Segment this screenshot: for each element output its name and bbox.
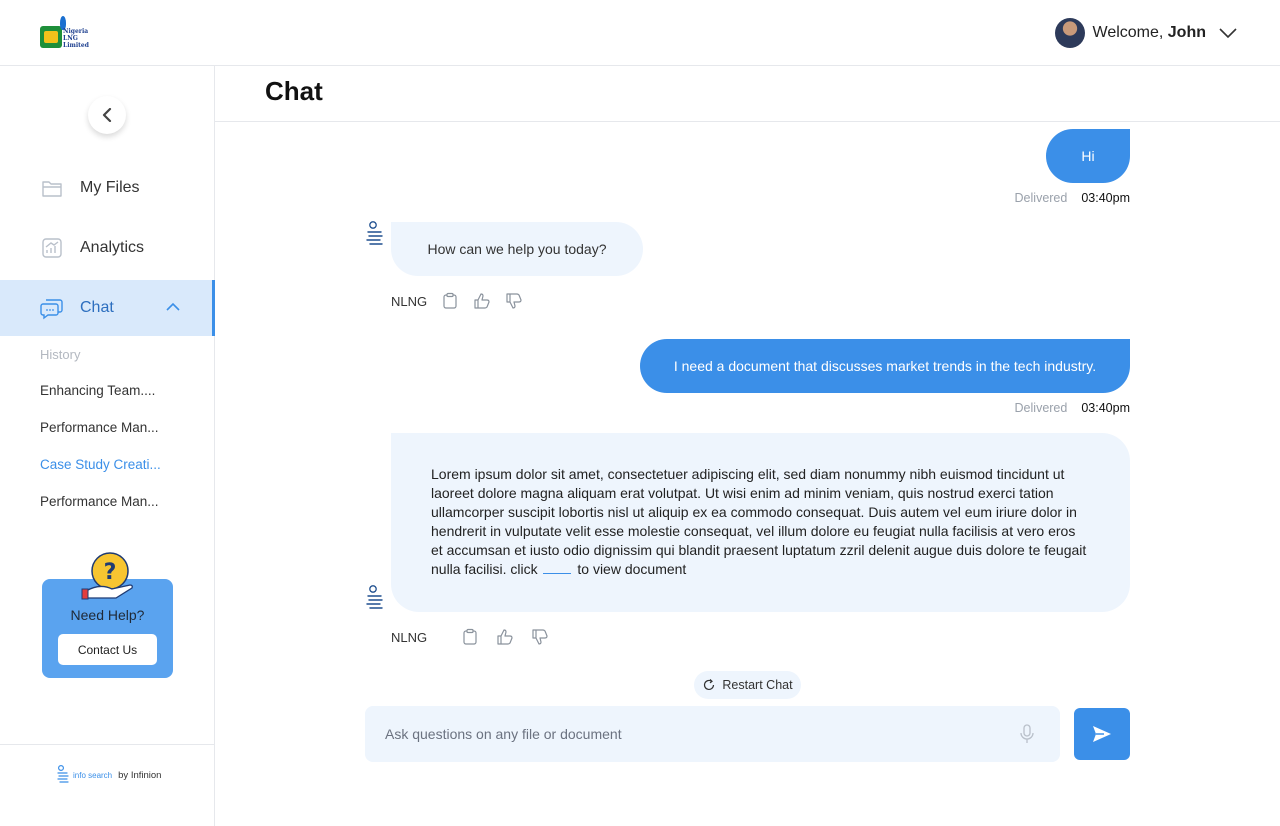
analytics-icon bbox=[42, 238, 62, 258]
bot-message: Lorem ipsum dolor sit amet, consectetuer… bbox=[391, 433, 1130, 612]
message-meta: Delivered 03:40pm bbox=[1015, 401, 1130, 415]
sidebar-item-label: Chat bbox=[80, 299, 114, 316]
sidebar-item-chat[interactable]: Chat bbox=[0, 280, 215, 336]
message-actions: NLNG bbox=[391, 628, 563, 646]
brand: info search by Infinion bbox=[56, 765, 161, 785]
chat-input[interactable] bbox=[385, 706, 1005, 762]
thumbs-down-icon[interactable] bbox=[505, 292, 523, 310]
bot-message-text: Lorem ipsum dolor sit amet, consectetuer… bbox=[431, 466, 1087, 577]
help-title: Need Help? bbox=[70, 607, 145, 623]
avatar bbox=[1054, 18, 1085, 48]
bot-message-link-suffix: to view document bbox=[577, 561, 687, 577]
history-item[interactable]: Performance Man... bbox=[40, 494, 170, 509]
history-item[interactable]: Performance Man... bbox=[40, 420, 170, 435]
message-source: NLNG bbox=[391, 629, 428, 645]
bot-message: How can we help you today? bbox=[391, 222, 643, 276]
history-title: History bbox=[40, 347, 81, 362]
chat-input-container bbox=[365, 706, 1060, 762]
restart-chat-button[interactable]: Restart Chat bbox=[694, 671, 801, 699]
history-item-active[interactable]: Case Study Creati... bbox=[40, 457, 170, 472]
brand-by: by Infinion bbox=[118, 769, 162, 781]
send-icon bbox=[1093, 726, 1111, 742]
question-help-icon: ? bbox=[81, 552, 133, 600]
sidebar: My Files Analytics Chat History Enhancin… bbox=[0, 66, 215, 826]
welcome-prefix: Welcome, bbox=[1092, 24, 1168, 41]
collapse-sidebar-button[interactable] bbox=[88, 96, 126, 134]
bot-avatar-icon bbox=[366, 221, 383, 245]
sidebar-footer: info search by Infinion bbox=[0, 744, 214, 826]
delivery-status: Delivered bbox=[1014, 191, 1068, 205]
page-title: Chat bbox=[265, 76, 323, 106]
folder-icon bbox=[42, 181, 62, 197]
message-time: 03:40pm bbox=[1081, 191, 1130, 205]
sidebar-item-my-files[interactable]: My Files bbox=[0, 160, 215, 216]
delivery-status: Delivered bbox=[1014, 401, 1068, 415]
nlng-logo[interactable]: Nigeria LNG Limited bbox=[40, 16, 92, 52]
chevron-left-icon bbox=[102, 108, 112, 122]
message-actions: NLNG bbox=[391, 292, 537, 310]
sidebar-item-analytics[interactable]: Analytics bbox=[0, 220, 215, 276]
chevron-down-icon[interactable] bbox=[1218, 27, 1238, 39]
message-time: 03:40pm bbox=[1081, 401, 1130, 415]
page-title-bar: Chat bbox=[215, 66, 1280, 122]
history-item[interactable]: Enhancing Team.... bbox=[40, 383, 170, 398]
bot-avatar-icon bbox=[366, 585, 383, 609]
copy-icon[interactable] bbox=[441, 292, 459, 310]
svg-text:?: ? bbox=[104, 560, 117, 585]
user-name: John bbox=[1167, 24, 1206, 41]
send-button[interactable] bbox=[1074, 708, 1130, 760]
message-source: NLNG bbox=[391, 293, 428, 309]
welcome-text: Welcome, John bbox=[1093, 24, 1207, 42]
sidebar-item-label: Analytics bbox=[80, 239, 145, 256]
thumbs-up-icon[interactable] bbox=[473, 292, 491, 310]
restart-chat-label: Restart Chat bbox=[722, 678, 793, 692]
top-bar: Nigeria LNG Limited Welcome, John bbox=[0, 0, 1280, 66]
message-meta: Delivered 03:40pm bbox=[1015, 191, 1130, 205]
sidebar-item-label: My Files bbox=[80, 179, 140, 196]
logo-mark bbox=[40, 26, 62, 48]
document-link[interactable] bbox=[543, 562, 572, 574]
contact-us-button[interactable]: Contact Us bbox=[58, 634, 157, 665]
chevron-up-icon[interactable] bbox=[166, 302, 180, 312]
user-menu[interactable]: Welcome, John bbox=[1054, 17, 1239, 49]
user-message: Hi bbox=[1046, 129, 1130, 183]
restart-icon bbox=[704, 679, 715, 691]
user-message: I need a document that discusses market … bbox=[640, 339, 1130, 393]
thumbs-up-icon[interactable] bbox=[496, 628, 514, 646]
chat-icon bbox=[40, 299, 63, 320]
microphone-icon[interactable] bbox=[1016, 723, 1038, 745]
thumbs-down-icon[interactable] bbox=[531, 628, 549, 646]
help-card: ? Need Help? Contact Us bbox=[42, 552, 173, 678]
brand-name: info search bbox=[73, 770, 113, 780]
logo-text: Nigeria LNG Limited bbox=[63, 28, 89, 49]
copy-icon[interactable] bbox=[461, 628, 479, 646]
info-search-logo-icon bbox=[57, 765, 69, 783]
